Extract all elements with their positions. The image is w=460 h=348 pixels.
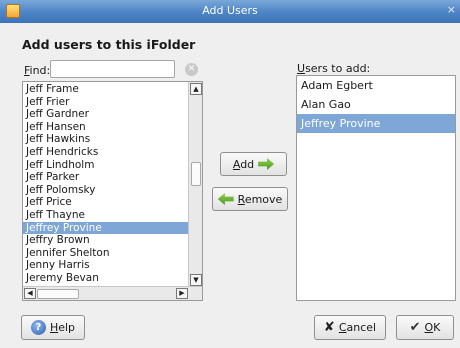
cancel-label: Cancel (338, 321, 377, 334)
available-users-list[interactable]: Jeff Frame Jeff Frier Jeff Gardner Jeff Han… (22, 81, 203, 301)
user-list-item[interactable]: Alan Gao (297, 95, 455, 114)
list-item[interactable]: Jeff Price (23, 196, 188, 209)
help-icon: ? (30, 320, 46, 335)
title-bar: Add Users × (0, 0, 460, 23)
add-button[interactable]: Add (220, 152, 287, 176)
ok-label: OK (424, 321, 441, 334)
list-item[interactable]: Jennifer Shelton (23, 247, 188, 260)
ok-icon: ✔ (409, 320, 421, 335)
vertical-scroll-thumb[interactable] (191, 162, 201, 186)
vertical-scrollbar[interactable]: ▲ ▼ (188, 82, 202, 287)
find-label: Find: (24, 64, 51, 77)
window-title: Add Users (202, 4, 258, 17)
list-item[interactable]: Jeff Gardner (23, 108, 188, 121)
list-item[interactable]: Jeffry Brown (23, 234, 188, 247)
arrow-right-icon (258, 158, 275, 170)
cancel-icon: ✘ (323, 320, 335, 335)
list-item[interactable]: Jeff Hendricks (23, 146, 188, 159)
list-item[interactable]: Jeremy Bevan (23, 272, 188, 285)
list-item[interactable]: Jeff Thayne (23, 209, 188, 222)
list-item[interactable]: Jeff Frier (23, 96, 188, 109)
users-to-add-list[interactable]: Adam Egbert Alan Gao Jeffrey Provine (296, 75, 456, 301)
users-to-add-label: Users to add: (297, 62, 371, 75)
scroll-up-icon[interactable]: ▲ (190, 83, 202, 95)
list-item[interactable]: Jeffrey Provine (23, 221, 188, 235)
scroll-right-icon[interactable]: ▶ (176, 288, 188, 299)
clear-icon[interactable]: ✕ (185, 63, 198, 76)
user-list-item[interactable]: Jeffrey Provine (297, 114, 455, 133)
help-label: Help (49, 321, 76, 334)
list-item[interactable]: Jeff Frame (23, 83, 188, 96)
remove-label: Remove (237, 192, 283, 206)
list-item[interactable]: Jeff Hawkins (23, 133, 188, 146)
scroll-down-icon[interactable]: ▼ (190, 274, 202, 286)
help-button[interactable]: ? Help (21, 315, 85, 340)
cancel-button[interactable]: ✘ Cancel (314, 315, 386, 340)
horizontal-scroll-thumb[interactable] (37, 289, 79, 299)
remove-button[interactable]: Remove (212, 187, 288, 211)
close-icon[interactable]: × (447, 3, 456, 16)
scroll-left-icon[interactable]: ◀ (24, 288, 36, 299)
arrow-left-icon (217, 193, 234, 205)
horizontal-scrollbar[interactable]: ◀ ▶ (23, 286, 202, 300)
list-item[interactable]: Jeff Parker (23, 171, 188, 184)
find-input[interactable] (50, 60, 175, 78)
ok-button[interactable]: ✔ OK (396, 315, 454, 340)
dialog-heading: Add users to this iFolder (22, 37, 196, 52)
list-item[interactable]: Jeff Lindholm (23, 159, 188, 172)
user-list-item[interactable]: Adam Egbert (297, 76, 455, 95)
list-item[interactable]: Jeff Hansen (23, 121, 188, 134)
list-item[interactable]: Jeff Polomsky (23, 184, 188, 197)
add-label: Add (232, 157, 255, 171)
list-item[interactable]: Jenny Harris (23, 259, 188, 272)
available-users-items: Jeff Frame Jeff Frier Jeff Gardner Jeff Han… (23, 83, 188, 285)
